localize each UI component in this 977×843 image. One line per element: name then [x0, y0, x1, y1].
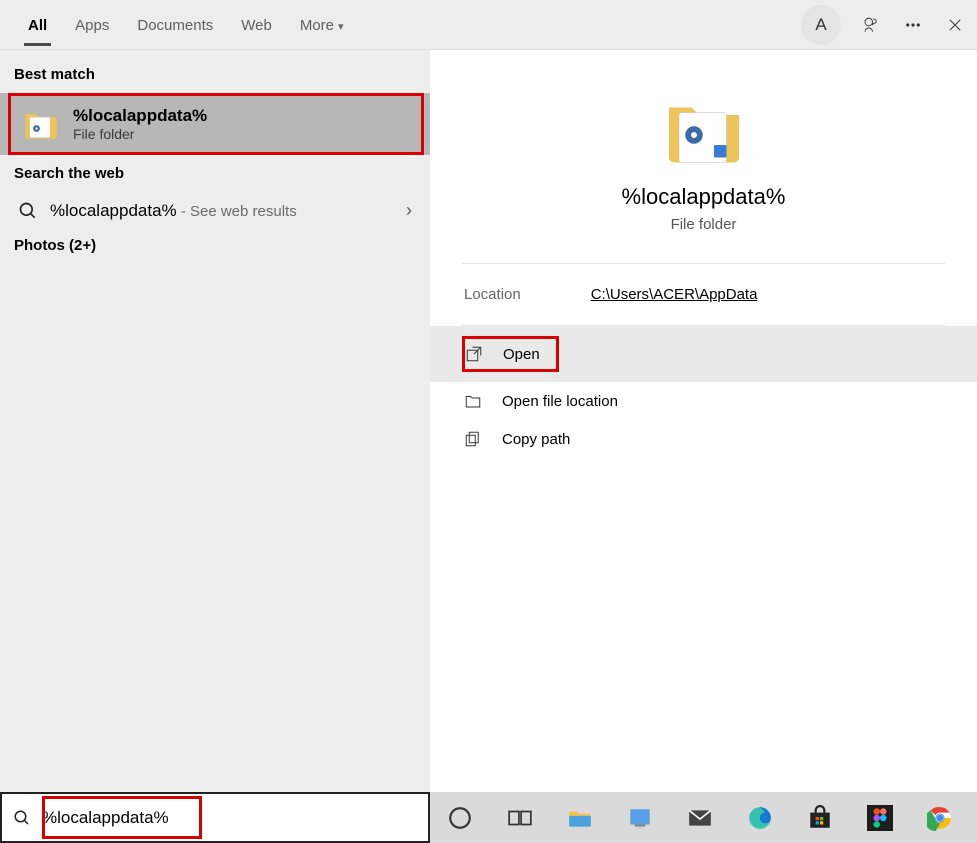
taskbar — [430, 792, 977, 843]
location-value[interactable]: C:\Users\ACER\AppData — [591, 286, 758, 303]
preview-title: %localappdata% — [622, 184, 786, 210]
section-best-match: Best match — [0, 60, 430, 91]
close-icon[interactable] — [943, 13, 967, 37]
web-query: %localappdata% — [50, 201, 177, 220]
action-open-location-label: Open file location — [502, 393, 618, 410]
taskbar-store[interactable] — [798, 796, 842, 840]
preview-panel: %localappdata% File folder Location C:\U… — [430, 50, 977, 792]
more-icon[interactable] — [901, 13, 925, 37]
location-label: Location — [464, 286, 521, 303]
best-match-item[interactable]: %localappdata% File folder — [8, 93, 424, 155]
folder-icon — [23, 106, 59, 142]
open-icon — [465, 345, 483, 363]
web-suffix: - See web results — [177, 203, 297, 220]
taskbar-app-1[interactable] — [618, 796, 662, 840]
taskbar-cortana[interactable] — [438, 796, 482, 840]
preview-subtitle: File folder — [671, 216, 737, 233]
best-match-title: %localappdata% — [73, 106, 207, 126]
copy-icon — [464, 430, 482, 448]
section-search-web: Search the web — [0, 159, 430, 190]
actions-list: Open Open file location Copy path — [430, 326, 977, 458]
action-open-label: Open — [503, 346, 540, 363]
action-open-location[interactable]: Open file location — [430, 382, 977, 420]
taskbar-figma[interactable] — [858, 796, 902, 840]
avatar[interactable]: A — [801, 5, 841, 45]
action-copy-path-label: Copy path — [502, 431, 570, 448]
search-icon — [18, 201, 38, 221]
folder-icon — [664, 90, 744, 170]
action-open[interactable]: Open — [430, 326, 977, 382]
tab-documents[interactable]: Documents — [123, 3, 227, 46]
taskbar-mail[interactable] — [678, 796, 722, 840]
tab-web[interactable]: Web — [227, 3, 286, 46]
taskbar-chrome[interactable] — [918, 796, 962, 840]
feedback-icon[interactable] — [859, 13, 883, 37]
search-icon — [2, 794, 42, 841]
action-copy-path[interactable]: Copy path — [430, 420, 977, 458]
results-panel: Best match %localappdata% File folder Se… — [0, 50, 430, 792]
taskbar-taskview[interactable] — [498, 796, 542, 840]
tab-all[interactable]: All — [14, 3, 61, 46]
section-photos[interactable]: Photos (2+) — [0, 231, 430, 262]
taskbar-edge[interactable] — [738, 796, 782, 840]
search-bar — [0, 792, 430, 843]
search-tabs: All Apps Documents Web More A — [0, 0, 977, 50]
chevron-right-icon: › — [406, 200, 412, 221]
best-match-subtitle: File folder — [73, 126, 207, 142]
tab-more[interactable]: More — [286, 3, 358, 46]
search-input[interactable] — [42, 794, 428, 841]
web-result[interactable]: %localappdata% - See web results › — [0, 190, 430, 231]
folder-open-icon — [464, 392, 482, 410]
tab-apps[interactable]: Apps — [61, 3, 123, 46]
taskbar-explorer[interactable] — [558, 796, 602, 840]
